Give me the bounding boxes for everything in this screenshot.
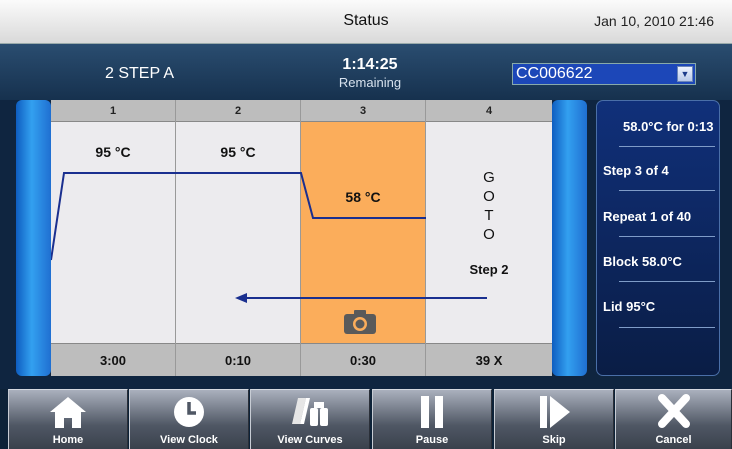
cancel-button[interactable]: Cancel [615,389,732,449]
info-current-temp: 58.0°C for 0:13 [623,119,714,134]
info-repeat: Repeat 1 of 40 [603,209,692,224]
pause-label: Pause [415,434,449,446]
goto-arrow-head [235,293,247,303]
pause-button[interactable]: Pause [372,389,492,449]
divider [619,236,715,237]
skip-button[interactable]: Skip [494,389,614,449]
divider [619,146,715,147]
left-block-bar [16,100,51,376]
home-label: Home [52,434,84,446]
divider [619,190,715,191]
instrument-select[interactable]: CC006622 ▼ [512,63,696,85]
info-lid-temp: Lid 95°C [603,299,656,314]
cancel-icon [616,394,731,430]
info-block-temp: Block 58.0°C [603,254,682,269]
protocol-view: 1 95 °C 3:00 2 95 °C 0:10 3 58 °C 0:30 4 [0,100,732,389]
run-info-panel: 58.0°C for 0:13 Step 3 of 4 Repeat 1 of … [596,100,720,376]
skip-label: Skip [542,434,566,446]
clock-icon [130,394,248,430]
curves-icon [251,394,369,430]
instrument-select-value: CC006622 [516,65,593,82]
info-step: Step 3 of 4 [603,163,669,178]
pause-icon [373,394,491,430]
home-icon [9,394,127,430]
datetime: Jan 10, 2010 21:46 [594,13,714,29]
temperature-profile [51,172,487,303]
skip-icon [495,394,613,430]
status-bar: Status Jan 10, 2010 21:46 [0,0,732,44]
right-block-bar [552,100,587,376]
protocol-name: 2 STEP A [105,65,175,82]
remaining-label: Remaining [338,75,402,90]
view-clock-label: View Clock [160,434,218,446]
home-button[interactable]: Home [8,389,128,449]
divider [619,281,715,282]
view-curves-button[interactable]: View Curves [250,389,370,449]
chevron-down-icon[interactable]: ▼ [677,66,693,82]
divider [619,327,715,328]
view-curves-label: View Curves [277,434,343,446]
profile-line [51,172,426,261]
protocol-grid: 1 95 °C 3:00 2 95 °C 0:10 3 58 °C 0:30 4 [51,100,552,376]
view-clock-button[interactable]: View Clock [129,389,249,449]
toolbar: Home View Clock View Curves Pause Skip C… [0,389,732,449]
time-remaining: 1:14:25 [342,56,398,73]
cancel-label: Cancel [655,434,692,446]
